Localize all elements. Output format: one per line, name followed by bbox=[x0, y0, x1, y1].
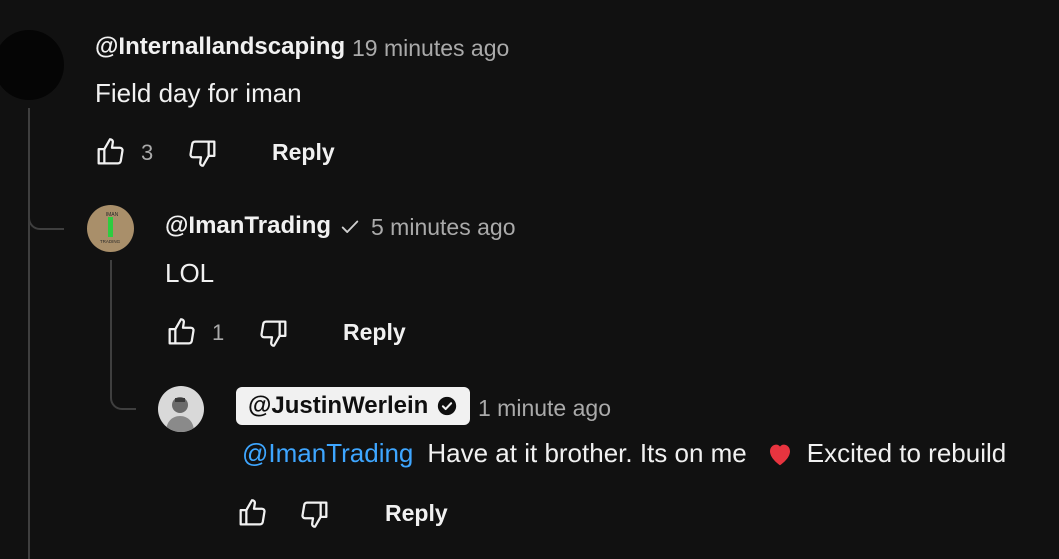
checkmark-icon bbox=[339, 216, 361, 238]
thumbs-up-icon bbox=[239, 499, 266, 526]
comment-timestamp[interactable]: 19 minutes ago bbox=[352, 35, 509, 62]
like-button[interactable] bbox=[235, 496, 269, 530]
thread-line-main bbox=[28, 108, 30, 559]
comment-author-handle[interactable]: @Internallandscaping bbox=[95, 33, 345, 61]
like-button[interactable] bbox=[93, 135, 127, 169]
comment-text-part2: Excited to rebuild bbox=[806, 438, 1007, 468]
comment-author-handle: @JustinWerlein bbox=[248, 392, 429, 419]
comment-text-part1: Have at it brother. Its on me bbox=[427, 438, 747, 468]
thumbs-up-icon bbox=[168, 318, 195, 345]
reply-button[interactable]: Reply bbox=[272, 139, 335, 166]
thumbs-down-icon bbox=[301, 501, 328, 528]
reply-button[interactable]: Reply bbox=[385, 500, 448, 527]
avatar[interactable]: IMAN TRADING bbox=[87, 205, 134, 252]
like-count: 3 bbox=[141, 140, 154, 165]
thread-elbow-reply1 bbox=[28, 200, 64, 230]
reply-button[interactable]: Reply bbox=[343, 319, 406, 346]
thumbs-down-icon bbox=[189, 140, 216, 167]
svg-text:IMAN: IMAN bbox=[106, 212, 119, 218]
svg-text:TRADING: TRADING bbox=[100, 239, 121, 244]
thumbs-up-icon bbox=[97, 138, 124, 165]
heart-emoji bbox=[765, 439, 795, 469]
dislike-button[interactable] bbox=[298, 497, 332, 531]
like-count: 1 bbox=[212, 320, 225, 345]
thread-line-reply1 bbox=[110, 260, 112, 390]
comment-timestamp[interactable]: 5 minutes ago bbox=[371, 214, 515, 241]
verified-badge-icon bbox=[436, 395, 458, 417]
comment-text: LOL bbox=[165, 258, 215, 288]
avatar[interactable] bbox=[158, 386, 204, 432]
comment-text: Field day for iman bbox=[95, 78, 302, 108]
like-button[interactable] bbox=[164, 315, 198, 349]
comment-timestamp[interactable]: 1 minute ago bbox=[478, 395, 611, 422]
mention-link[interactable]: @ImanTrading bbox=[242, 438, 413, 469]
thread-elbow-reply2 bbox=[110, 380, 136, 410]
dislike-button[interactable] bbox=[186, 136, 220, 170]
comment-text: @ImanTrading Have at it brother. Its on … bbox=[242, 438, 1006, 469]
dislike-button[interactable] bbox=[257, 316, 291, 350]
channel-owner-chip[interactable]: @JustinWerlein bbox=[236, 387, 471, 425]
avatar[interactable] bbox=[0, 30, 64, 100]
comment-author-handle[interactable]: @ImanTrading bbox=[165, 212, 331, 240]
thumbs-down-icon bbox=[260, 320, 287, 347]
